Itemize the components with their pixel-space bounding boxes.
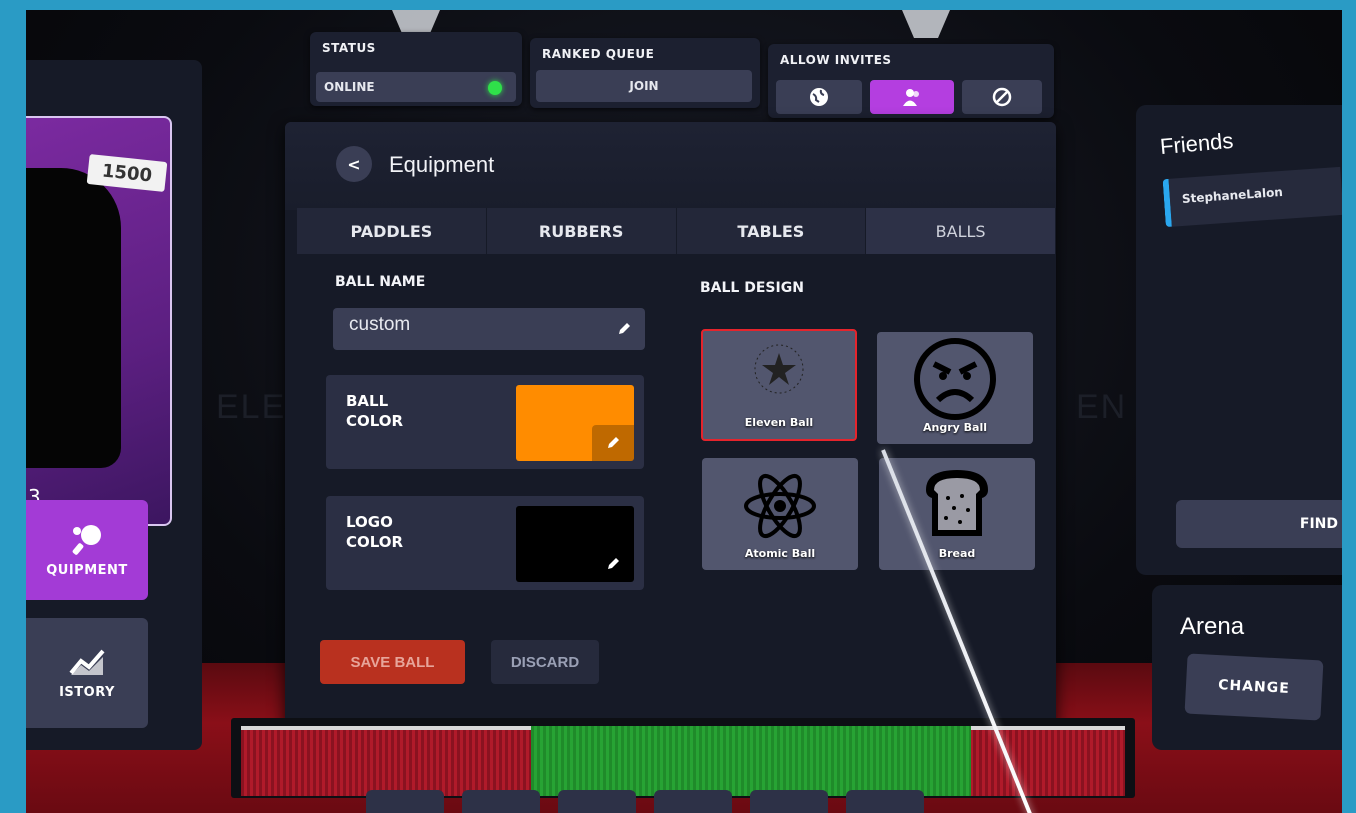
arena-panel: Arena CHANGE — [1152, 585, 1342, 750]
allow-invites-card: ALLOW INVITES — [768, 44, 1054, 118]
edit-pencil-icon[interactable] — [592, 546, 634, 582]
design-name: Angry Ball — [923, 421, 987, 434]
chart-icon — [69, 649, 105, 675]
back-button[interactable]: < — [336, 146, 372, 182]
friends-panel: Friends StephaneLalon FIND — [1136, 105, 1342, 575]
bottom-toolbar — [366, 790, 1006, 813]
friends-title: Friends — [1159, 127, 1235, 160]
equipment-tabs: PADDLES RUBBERS TABLES BALLS — [297, 208, 1056, 254]
block-icon — [992, 87, 1012, 107]
equipment-nav-button[interactable]: QUIPMENT — [26, 500, 148, 600]
ranked-queue-label: RANKED QUEUE — [542, 47, 655, 61]
design-angry-ball[interactable]: Angry Ball — [877, 332, 1033, 444]
design-name: Bread — [938, 547, 976, 560]
invite-none-button[interactable] — [962, 80, 1042, 114]
profile-panel: 1500 3 QUIPMENT ISTORY — [26, 60, 202, 750]
atom-icon — [744, 473, 816, 539]
star-icon — [754, 344, 804, 394]
ball-name-input[interactable]: custom — [333, 308, 645, 350]
ping-pong-table — [231, 718, 1135, 798]
ball-name-value: custom — [349, 314, 411, 335]
tab-rubbers[interactable]: RUBBERS — [486, 208, 677, 254]
table-surface — [531, 726, 971, 796]
ball-color-swatch[interactable] — [516, 385, 634, 461]
logo-color-label: LOGO COLOR — [346, 513, 404, 551]
toolbar-button[interactable] — [462, 790, 540, 813]
edit-pencil-icon[interactable] — [592, 425, 634, 461]
design-name: Atomic Ball — [744, 547, 816, 560]
tab-tables[interactable]: TABLES — [676, 208, 867, 254]
toolbar-button[interactable] — [750, 790, 828, 813]
ball-color-label: BALL COLOR — [346, 392, 404, 430]
design-eleven-ball[interactable]: Eleven Ball — [701, 329, 857, 441]
background-text-left: ELE — [216, 388, 287, 426]
toolbar-button[interactable] — [366, 790, 444, 813]
design-name: Eleven Ball — [744, 416, 814, 429]
find-friends-button[interactable]: FIND — [1176, 500, 1342, 548]
allow-invites-label: ALLOW INVITES — [780, 53, 892, 67]
status-label: STATUS — [322, 41, 376, 55]
arena-title: Arena — [1180, 613, 1245, 640]
edit-pencil-icon — [615, 320, 633, 338]
stage-light — [902, 10, 950, 38]
design-atomic-ball[interactable]: Atomic Ball — [702, 458, 858, 570]
ranked-queue-card: RANKED QUEUE JOIN — [530, 38, 760, 108]
logo-color-swatch[interactable] — [516, 506, 634, 582]
paddle-icon — [72, 524, 101, 555]
design-bread[interactable]: Bread — [879, 458, 1035, 570]
toolbar-button[interactable] — [558, 790, 636, 813]
save-ball-button[interactable]: SAVE BALL — [320, 640, 465, 684]
bread-icon — [926, 470, 988, 536]
globe-icon — [810, 88, 828, 106]
angry-face-icon — [914, 338, 996, 420]
friend-list-item[interactable]: StephaneLalon — [1162, 166, 1342, 228]
avatar — [26, 168, 121, 468]
friends-icon — [903, 89, 919, 106]
online-indicator — [488, 81, 502, 95]
status-card: STATUS ONLINE — [310, 32, 522, 106]
vr-scene: ELE EN 1500 3 QUIPMENT ISTORY STATUS ONL… — [26, 10, 1342, 813]
change-arena-button[interactable]: CHANGE — [1184, 653, 1324, 721]
page-title: Equipment — [389, 152, 495, 177]
history-nav-button[interactable]: ISTORY — [26, 618, 148, 728]
history-nav-label: ISTORY — [59, 684, 115, 700]
status-select[interactable]: ONLINE — [316, 72, 516, 102]
ball-name-label: BALL NAME — [335, 274, 426, 290]
join-queue-button[interactable]: JOIN — [536, 70, 752, 102]
ball-design-label: BALL DESIGN — [700, 280, 804, 296]
ball-color-card: BALL COLOR — [326, 375, 644, 469]
logo-color-card: LOGO COLOR — [326, 496, 644, 590]
equipment-nav-label: QUIPMENT — [46, 562, 128, 578]
background-text-right: EN — [1076, 388, 1128, 426]
toolbar-button[interactable] — [654, 790, 732, 813]
tab-balls[interactable]: BALLS — [866, 208, 1056, 254]
tab-paddles[interactable]: PADDLES — [297, 208, 487, 254]
toolbar-button[interactable] — [846, 790, 924, 813]
discard-button[interactable]: DISCARD — [491, 640, 599, 684]
invite-friends-button[interactable] — [870, 80, 954, 114]
profile-card[interactable]: 1500 — [26, 116, 172, 526]
status-value: ONLINE — [324, 80, 375, 94]
invite-everyone-button[interactable] — [776, 80, 862, 114]
